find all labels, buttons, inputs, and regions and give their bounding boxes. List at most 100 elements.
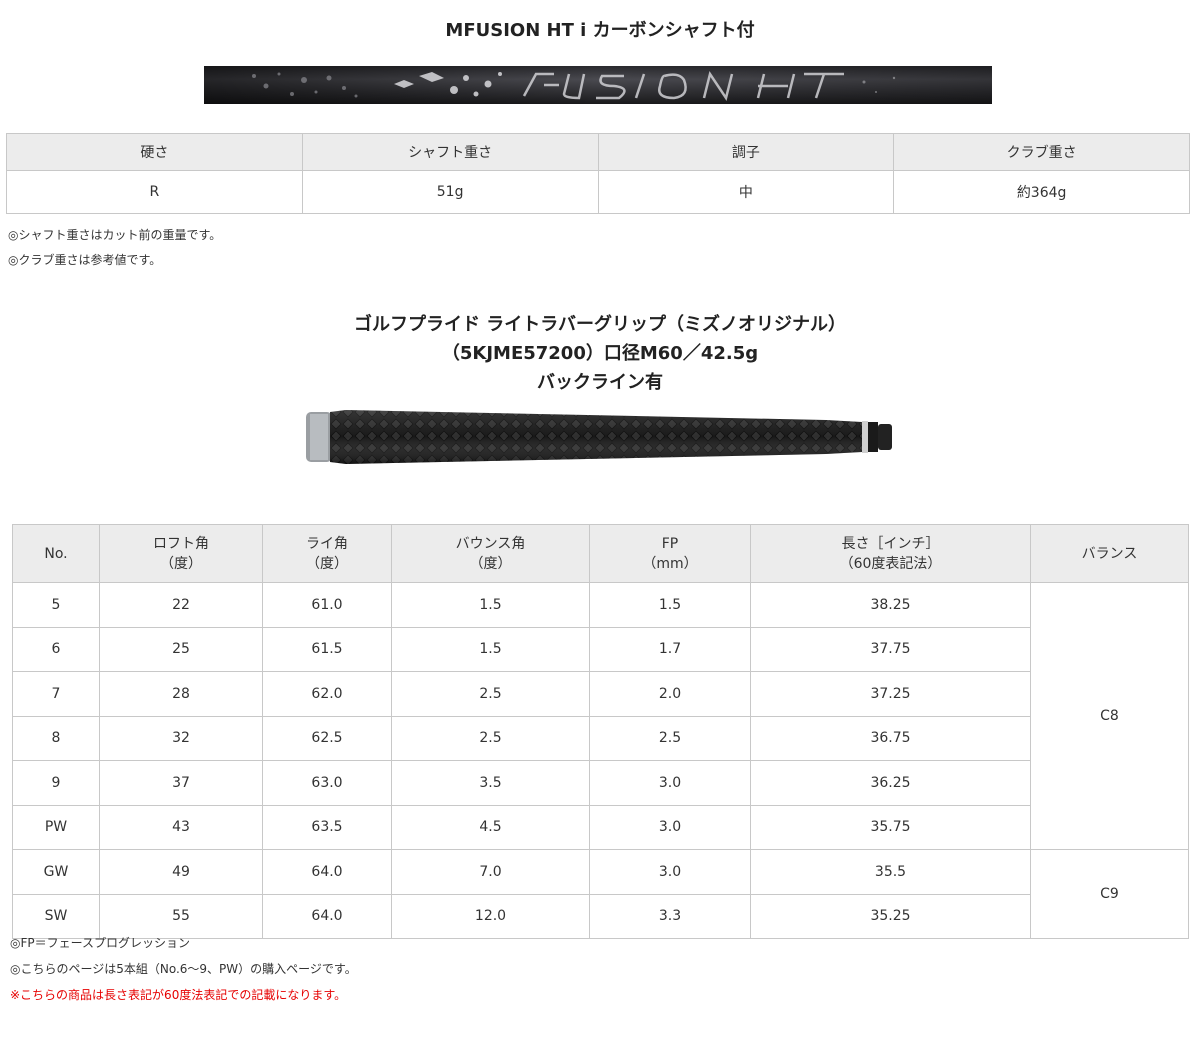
cell-bounce: 1.5 [391,582,590,628]
cell-loft: 55 [99,893,263,939]
header-shaft-weight: シャフト重さ [301,133,599,171]
table-row: GW 49 64.0 7.0 3.0 35.5 C9 [12,849,1189,939]
cell-bounce: 1.5 [391,626,590,672]
cell-loft: 49 [99,849,263,895]
grip-title-line-3: バックライン有 [537,372,663,393]
cell-fp: 1.7 [589,626,751,672]
header-fp-unit: （mm） [642,555,698,572]
grip-image [306,410,892,464]
cell-length: 35.25 [750,893,1031,939]
header-loft-label: ロフト角 [153,535,209,552]
cell-fp: 2.0 [589,671,751,717]
value-shaft-weight: 51g [301,170,599,214]
header-fp-label: FP [661,535,679,552]
header-bounce: バウンス角 （度） [391,524,590,583]
shaft-note-1: ◎シャフト重さはカット前の重量です。 [8,228,222,242]
header-loft-unit: （度） [160,555,202,572]
grip-title-line-2: （5KJME57200）口径M60／42.5g [441,343,759,364]
table-row: 6 25 61.5 1.5 1.7 37.75 [12,626,1189,672]
club-spec-table: No. ロフト角 （度） ライ角 （度） バウンス角 （度） FP （mm） 長さ［イン… [12,524,1189,939]
cell-bounce: 12.0 [391,893,590,939]
value-hardness: R [6,170,303,214]
header-lie-unit: （度） [306,555,348,572]
shaft-title: MFUSION HT i カーボンシャフト付 [445,20,755,41]
cell-lie: 62.5 [262,715,392,761]
cell-lie: 61.5 [262,626,392,672]
spec-header-row: No. ロフト角 （度） ライ角 （度） バウンス角 （度） FP （mm） 長さ［イン… [12,524,1189,583]
footnote-warning: ※こちらの商品は長さ表記が60度法表記での記載になります。 [10,988,347,1002]
header-balance-label: バランス [1081,545,1138,562]
cell-bounce: 4.5 [391,804,590,850]
header-club-weight: クラブ重さ [893,133,1190,171]
header-loft: ロフト角 （度） [99,524,263,583]
grip-title: ゴルフプライド ライトラバーグリップ（ミズノオリジナル） （5KJME57200… [0,310,1200,397]
cell-length: 38.25 [750,582,1031,628]
cell-lie: 64.0 [262,849,392,895]
cell-no: 6 [12,626,100,672]
grip-title-line-1: ゴルフプライド ライトラバーグリップ（ミズノオリジナル） [353,314,847,335]
value-club-weight: 約364g [893,170,1190,214]
table-row: 5 22 61.0 1.5 1.5 38.25 C8 [12,582,1189,850]
cell-lie: 64.0 [262,893,392,939]
header-bounce-unit: （度） [469,555,512,572]
cell-balance-c9: C9 [1030,849,1189,939]
cell-length: 35.5 [750,849,1031,895]
header-kick-point: 調子 [597,133,895,171]
cell-bounce: 2.5 [391,671,590,717]
table-row: SW 55 64.0 12.0 3.3 35.25 [12,893,1189,939]
cell-fp: 2.5 [589,715,751,761]
cell-length: 37.75 [750,626,1031,672]
header-lie-label: ライ角 [306,535,348,552]
header-length-unit: （60度表記法） [839,555,942,572]
cell-no: 5 [12,582,100,628]
header-lie: ライ角 （度） [262,524,392,583]
cell-lie: 61.0 [262,582,392,628]
cell-fp: 3.0 [589,804,751,850]
cell-loft: 22 [99,582,263,628]
footnote-fp: ◎FP＝フェースプログレッション [10,936,191,950]
header-length: 長さ［インチ］ （60度表記法） [750,524,1031,583]
cell-fp: 3.0 [589,760,751,806]
cell-bounce: 3.5 [391,760,590,806]
cell-length: 35.75 [750,804,1031,850]
cell-no: SW [12,893,100,939]
cell-no: 7 [12,671,100,717]
cell-fp: 1.5 [589,582,751,628]
cell-loft: 28 [99,671,263,717]
shaft-note-2: ◎クラブ重さは参考値です。 [8,253,162,267]
shaft-image [204,66,992,104]
shaft-value-row: R 51g 中 約364g [6,170,1190,214]
table-row: PW 43 63.5 4.5 3.0 35.75 [12,804,1189,850]
header-no: No. [12,524,100,583]
header-no-label: No. [44,545,68,562]
cell-no: 9 [12,760,100,806]
cell-no: GW [12,849,100,895]
header-fp: FP （mm） [589,524,751,583]
shaft-spec-table: 硬さ シャフト重さ 調子 クラブ重さ R 51g 中 約364g [6,133,1190,214]
table-row: 8 32 62.5 2.5 2.5 36.75 [12,715,1189,761]
footnote-set: ◎こちらのページは5本組（No.6～9、PW）の購入ページです。 [10,962,357,976]
header-balance: バランス [1030,524,1189,583]
cell-no: PW [12,804,100,850]
cell-balance-c8: C8 [1030,582,1189,850]
cell-loft: 37 [99,760,263,806]
cell-lie: 63.5 [262,804,392,850]
header-bounce-label: バウンス角 [455,535,526,552]
cell-loft: 43 [99,804,263,850]
header-hardness: 硬さ [6,133,303,171]
cell-length: 36.75 [750,715,1031,761]
cell-fp: 3.0 [589,849,751,895]
shaft-header-row: 硬さ シャフト重さ 調子 クラブ重さ [6,133,1190,171]
table-row: 7 28 62.0 2.5 2.0 37.25 [12,671,1189,717]
cell-loft: 32 [99,715,263,761]
cell-no: 8 [12,715,100,761]
cell-length: 37.25 [750,671,1031,717]
cell-loft: 25 [99,626,263,672]
table-row: 9 37 63.0 3.5 3.0 36.25 [12,760,1189,806]
cell-fp: 3.3 [589,893,751,939]
cell-lie: 63.0 [262,760,392,806]
cell-bounce: 2.5 [391,715,590,761]
cell-lie: 62.0 [262,671,392,717]
cell-length: 36.25 [750,760,1031,806]
header-length-label: 長さ［インチ］ [841,535,940,552]
